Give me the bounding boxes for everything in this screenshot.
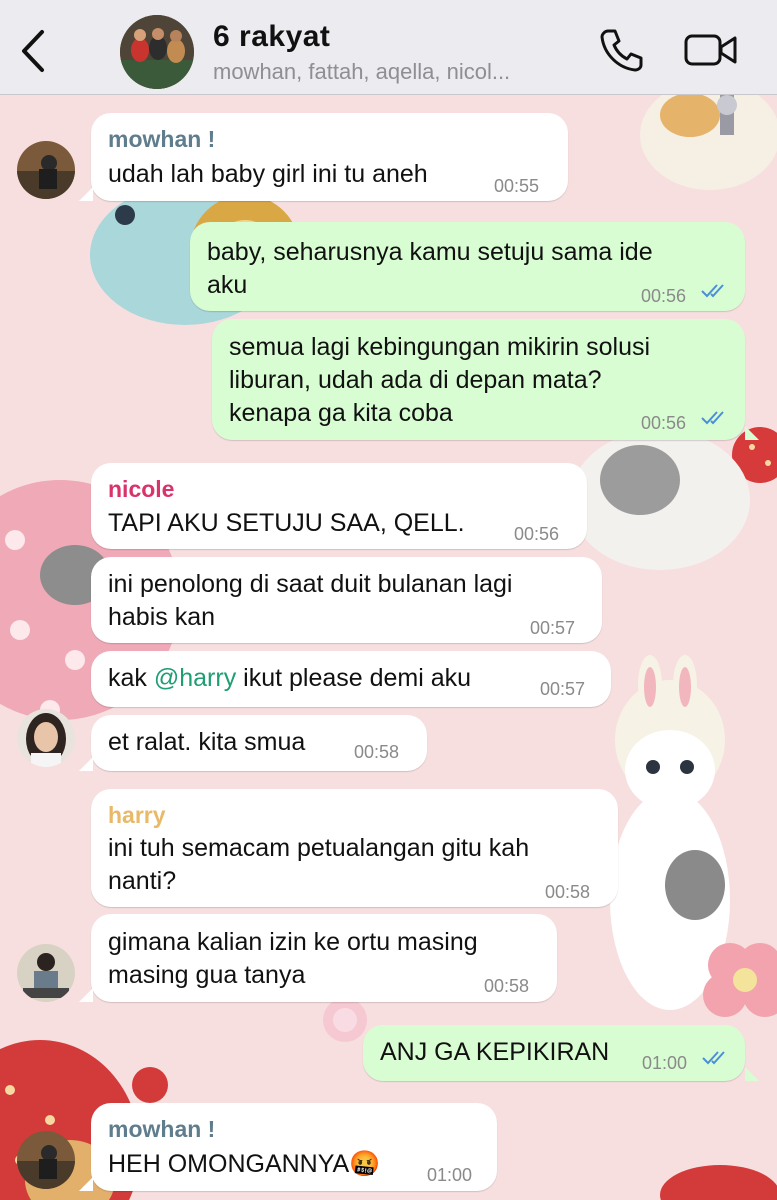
chevron-left-icon	[22, 30, 44, 72]
message-time: 00:56	[514, 524, 560, 544]
message-bubble[interactable]: harry ini tuh semacam petualangan gitu k…	[91, 789, 618, 907]
message-bubble[interactable]: nicole TAPI AKU SETUJU SAA, QELL. 00:56	[91, 463, 587, 549]
message-time: 00:56	[641, 286, 687, 306]
message-bubble[interactable]: et ralat. kita smua 00:58	[91, 715, 427, 771]
mention-link[interactable]: @harry	[154, 664, 236, 692]
avatar-photo	[17, 944, 75, 1002]
message-text-line: liburan, udah ada di depan mata?	[229, 366, 602, 394]
message-time: 00:56	[641, 413, 687, 433]
sender-name[interactable]: nicole	[108, 473, 174, 506]
avatar-harry[interactable]	[17, 944, 75, 1002]
message-text: ANJ GA KEPIKIRAN	[380, 1038, 610, 1066]
message-text-line: nanti?	[108, 867, 177, 895]
sender-name[interactable]: harry	[108, 799, 166, 832]
message-bubble[interactable]: ini penolong di saat duit bulanan lagi h…	[91, 557, 602, 643]
sender-name[interactable]: mowhan !	[108, 123, 215, 156]
message-text-part: kak	[108, 664, 154, 692]
double-check-icon	[701, 411, 724, 425]
bubble-tail	[745, 1067, 759, 1081]
message-time: 00:58	[545, 882, 591, 902]
message-text-line: baby, seharusnya kamu setuju sama ide	[207, 238, 653, 266]
message-text: et ralat. kita smua	[108, 728, 306, 756]
message-bubble[interactable]: mowhan ! udah lah baby girl ini tu aneh …	[91, 113, 568, 201]
message-text-part: ikut please demi aku	[236, 664, 472, 692]
message-bubble[interactable]: baby, seharusnya kamu setuju sama ide ak…	[190, 222, 745, 311]
bubble-tail	[79, 757, 93, 771]
message-text-line: ini tuh semacam petualangan gitu kah	[108, 834, 530, 862]
message-text: TAPI AKU SETUJU SAA, QELL.	[108, 509, 465, 537]
message-text: kak @harry ikut please demi aku	[108, 662, 471, 695]
avatar-mowhan[interactable]	[17, 141, 75, 199]
message-bubble[interactable]: gimana kalian izin ke ortu masing masing…	[91, 914, 557, 1002]
group-avatar[interactable]	[120, 15, 194, 89]
bubble-tail	[79, 1177, 93, 1191]
phone-icon	[600, 29, 643, 72]
message-text-line: gimana kalian izin ke ortu masing	[108, 928, 478, 956]
message-text: udah lah baby girl ini tu aneh	[108, 160, 428, 188]
video-camera-icon	[684, 34, 737, 66]
message-time: 00:57	[530, 618, 576, 638]
message-text-line: habis kan	[108, 603, 216, 631]
chat-header: 6 rakyat mowhan, fattah, aqella, nicol..…	[0, 0, 777, 95]
avatar-photo	[17, 709, 75, 767]
message-text-line: ini penolong di saat duit bulanan lagi	[108, 570, 513, 598]
message-time: 00:57	[540, 679, 586, 699]
message-text-line: semua lagi kebingungan mikirin solusi	[229, 333, 651, 361]
double-check-icon	[701, 284, 724, 298]
message-time: 00:58	[484, 976, 530, 996]
message-time: 00:58	[354, 742, 400, 762]
avatar-nicole[interactable]	[17, 709, 75, 767]
chat-title[interactable]: 6 rakyat	[213, 20, 330, 54]
message-text: HEH OMONGANNYA🤬	[108, 1150, 381, 1178]
message-bubble[interactable]: ANJ GA KEPIKIRAN 01:00	[363, 1025, 745, 1081]
message-bubble[interactable]: mowhan ! HEH OMONGANNYA🤬 01:00	[91, 1103, 497, 1191]
video-call-button[interactable]	[683, 30, 739, 70]
message-bubble[interactable]: kak @harry ikut please demi aku 00:57	[91, 651, 611, 707]
message-text-line: masing gua tanya	[108, 961, 306, 989]
message-bubble[interactable]: semua lagi kebingungan mikirin solusi li…	[212, 319, 745, 440]
bubble-tail	[79, 988, 93, 1002]
sender-name[interactable]: mowhan !	[108, 1113, 215, 1146]
message-text-line: aku	[207, 271, 248, 299]
back-button[interactable]	[14, 26, 54, 76]
message-time: 00:55	[494, 176, 540, 196]
message-time: 01:00	[642, 1053, 688, 1073]
avatar-photo	[17, 141, 75, 199]
group-members[interactable]: mowhan, fattah, aqella, nicol...	[213, 59, 573, 85]
group-photo	[120, 15, 194, 89]
avatar-photo	[17, 1131, 75, 1189]
bubble-tail	[79, 187, 93, 201]
avatar-mowhan[interactable]	[17, 1131, 75, 1189]
message-text-line: kenapa ga kita coba	[229, 399, 453, 427]
message-time: 01:00	[427, 1165, 473, 1185]
double-check-icon	[702, 1051, 725, 1065]
bubble-tail	[745, 426, 759, 440]
voice-call-button[interactable]	[598, 27, 644, 73]
